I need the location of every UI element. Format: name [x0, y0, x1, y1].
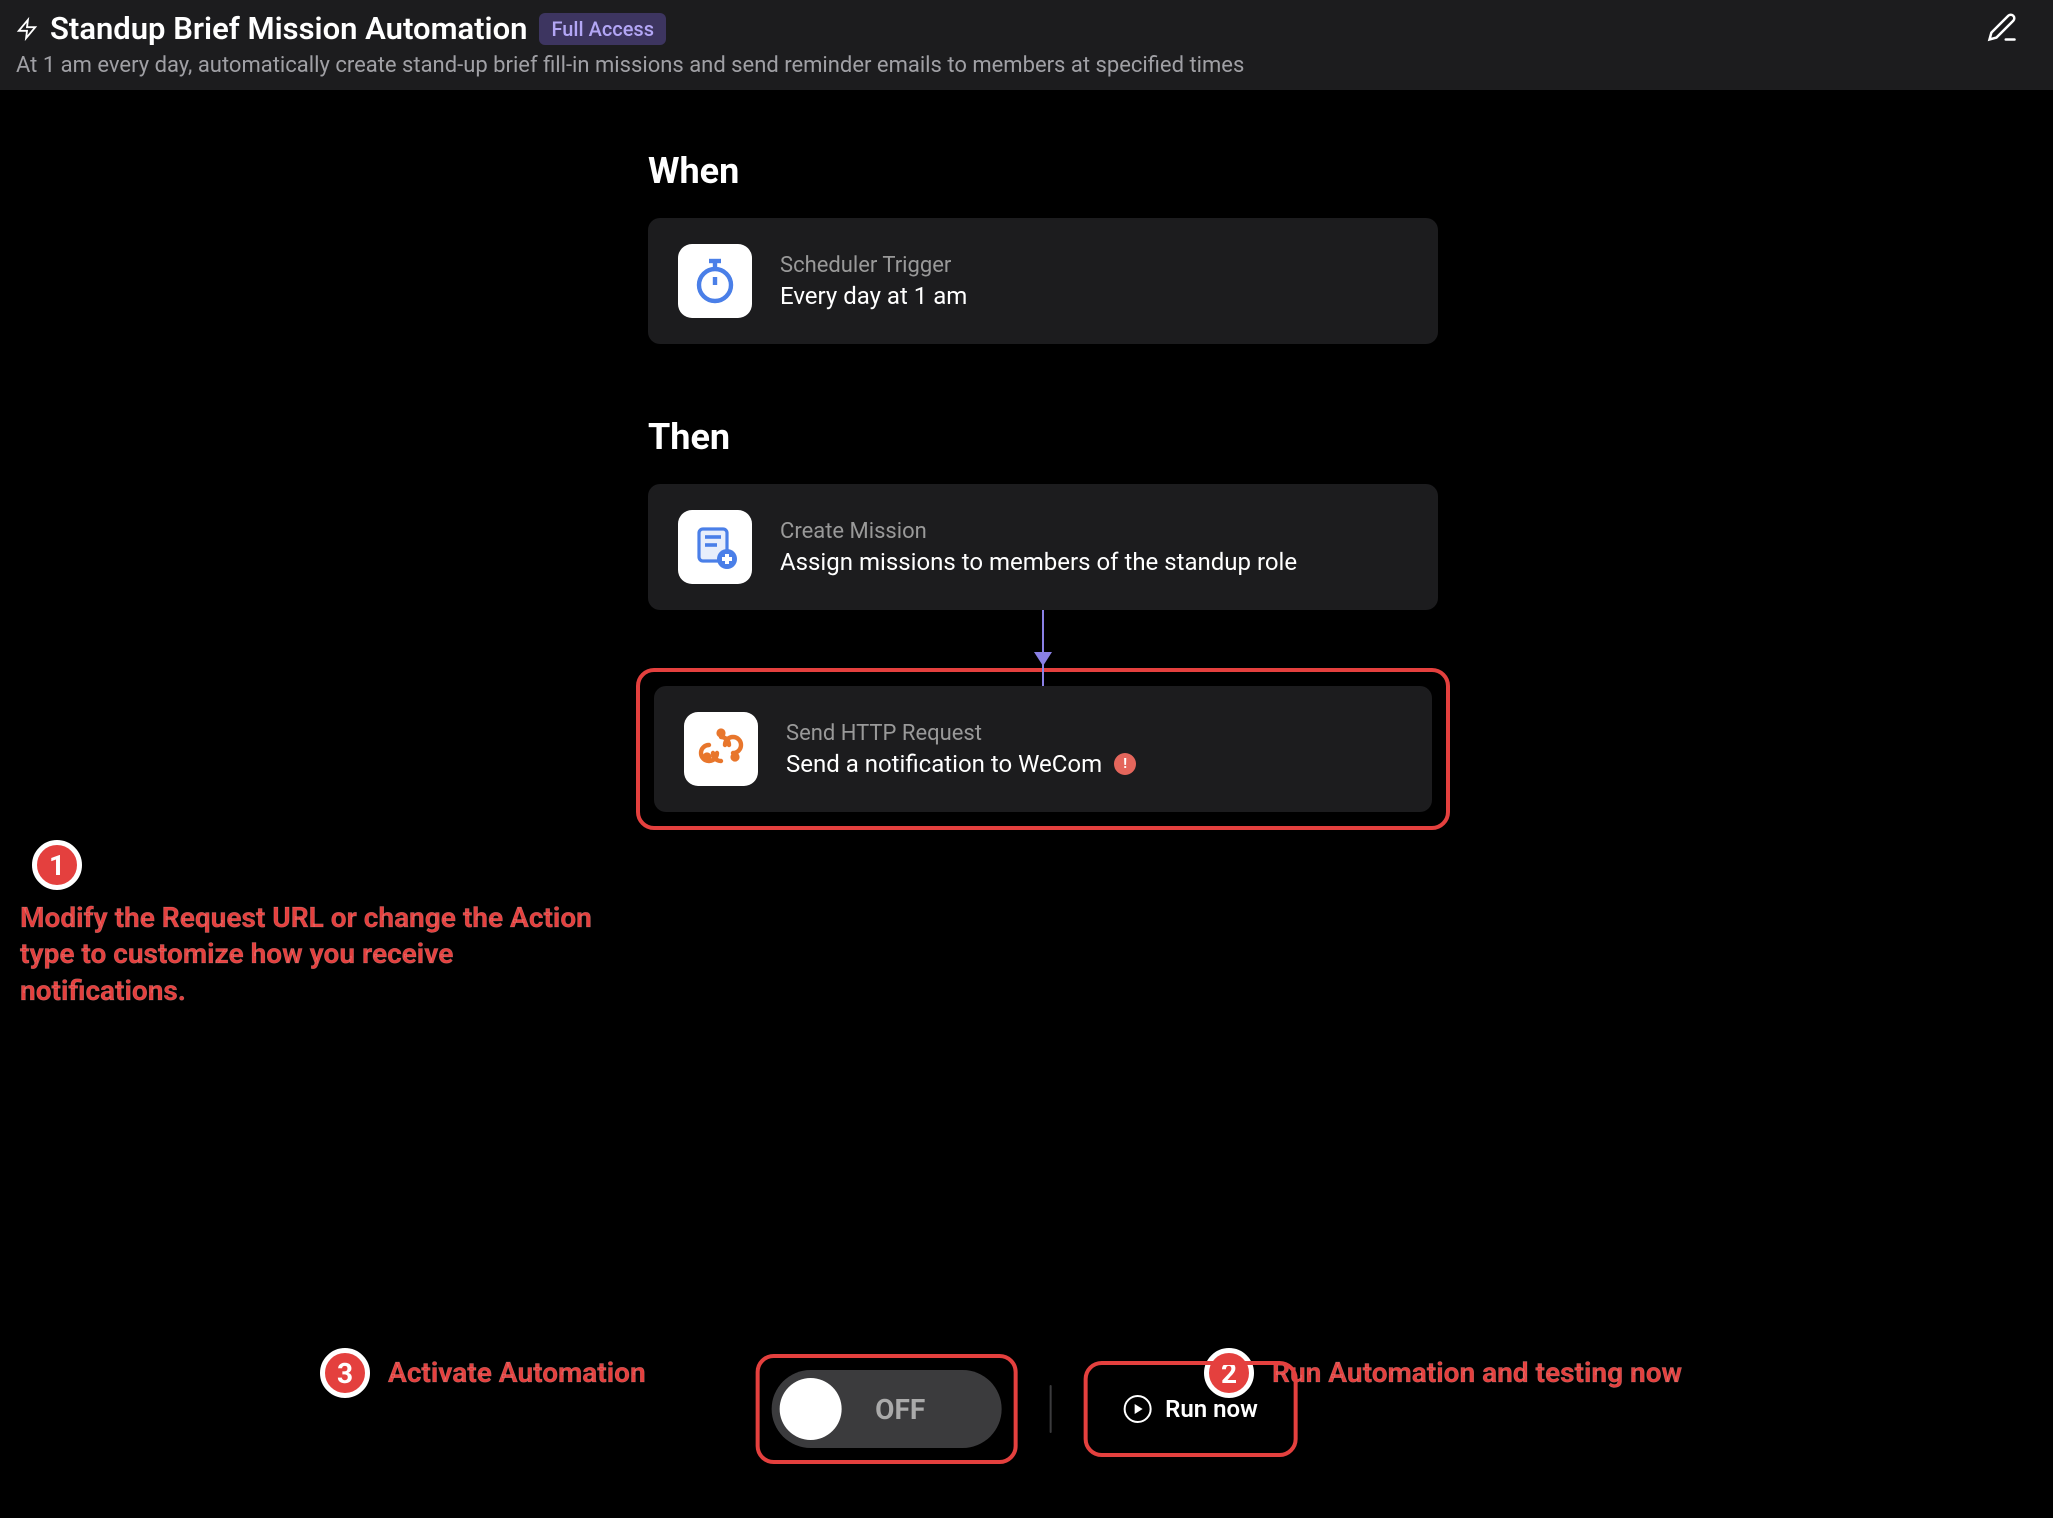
activate-toggle[interactable]: OFF: [771, 1370, 1001, 1448]
automation-canvas: When Scheduler Trigger Every day at 1 am: [0, 90, 2053, 1518]
annotation-badge-3: 3: [320, 1348, 370, 1398]
then-label: Then: [648, 416, 1438, 458]
run-now-label: Run now: [1165, 1395, 1258, 1423]
action1-title: Create Mission: [780, 519, 1297, 544]
action-card-create-mission[interactable]: Create Mission Assign missions to member…: [648, 484, 1438, 610]
action-card-http-request[interactable]: Send HTTP Request Send a notification to…: [654, 686, 1432, 812]
trigger-desc: Every day at 1 am: [780, 282, 967, 310]
trigger-title: Scheduler Trigger: [780, 253, 967, 278]
webhook-icon: [684, 712, 758, 786]
bottom-controls: OFF Run now: [761, 1360, 1292, 1458]
action2-desc: Send a notification to WeCom: [786, 750, 1102, 778]
document-plus-icon: [678, 510, 752, 584]
run-now-button[interactable]: Run now: [1099, 1377, 1282, 1441]
annotation-text-3: Activate Automation: [388, 1355, 646, 1391]
action2-title: Send HTTP Request: [786, 721, 1136, 746]
automation-title: Standup Brief Mission Automation: [50, 10, 527, 47]
header-bar: Standup Brief Mission Automation Full Ac…: [0, 0, 2053, 90]
controls-divider: [1049, 1385, 1051, 1433]
annotation-text-2: Run Automation and testing now: [1272, 1355, 1682, 1391]
play-icon: [1123, 1395, 1151, 1423]
annotation-callout-1: 1 Modify the Request URL or change the A…: [20, 840, 600, 1009]
toggle-knob: [779, 1378, 841, 1440]
warning-icon: !: [1114, 753, 1136, 775]
edit-button[interactable]: [1987, 12, 2017, 46]
access-badge: Full Access: [539, 13, 666, 45]
trigger-card[interactable]: Scheduler Trigger Every day at 1 am: [648, 218, 1438, 344]
action1-desc: Assign missions to members of the standu…: [780, 548, 1297, 576]
when-label: When: [648, 150, 1438, 192]
bolt-icon: [16, 14, 38, 44]
toggle-label: OFF: [875, 1393, 925, 1426]
automation-subtitle: At 1 am every day, automatically create …: [16, 53, 2037, 78]
annotation-callout-3: 3 Activate Automation: [320, 1348, 646, 1398]
annotation-text-1: Modify the Request URL or change the Act…: [20, 900, 600, 1009]
stopwatch-icon: [678, 244, 752, 318]
annotation-badge-1: 1: [32, 840, 82, 890]
